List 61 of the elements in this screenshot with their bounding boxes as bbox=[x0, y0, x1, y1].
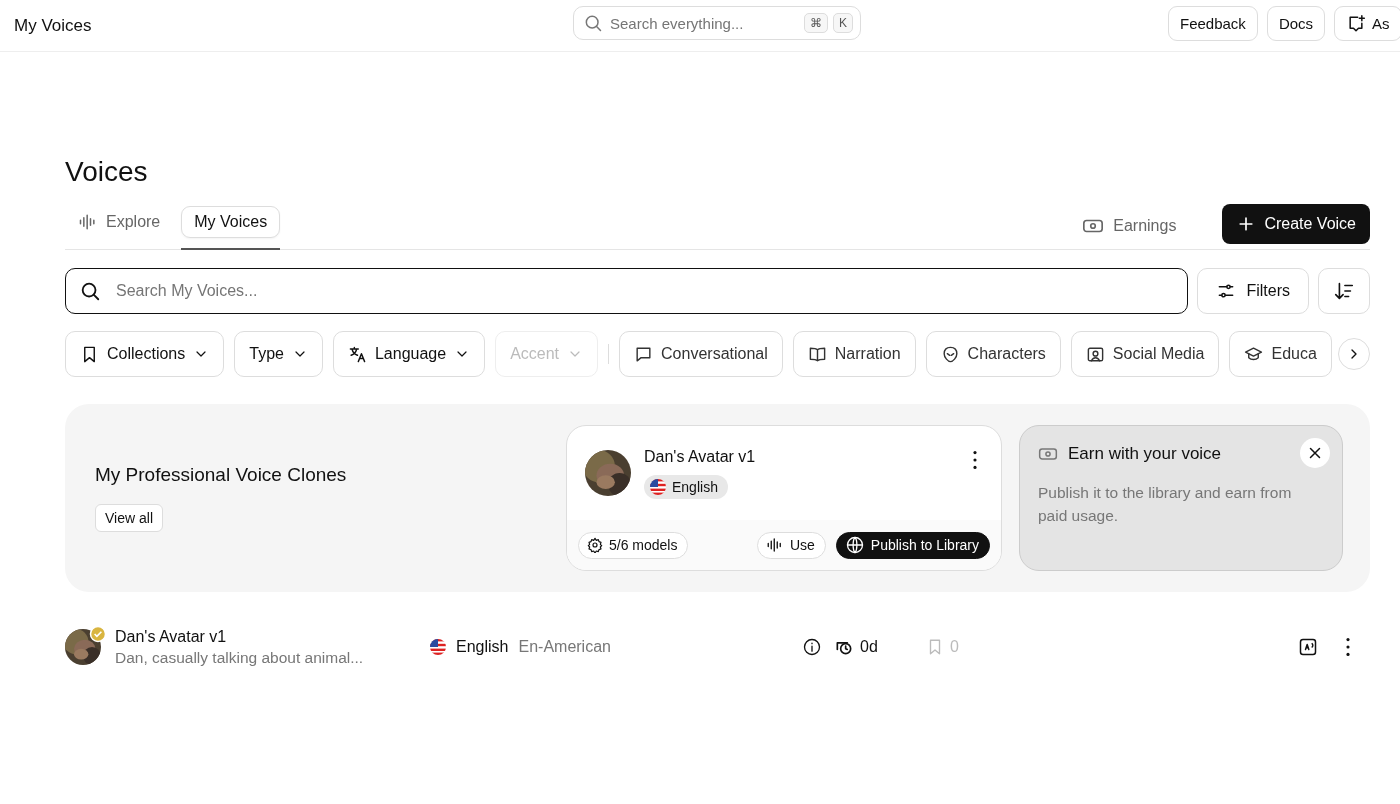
voice-description: Dan, casually talking about animal... bbox=[115, 648, 365, 667]
top-button[interactable]: Docs bbox=[1266, 6, 1326, 41]
tab[interactable]: My Voices bbox=[181, 206, 281, 238]
globe-icon bbox=[844, 535, 865, 555]
accent-label: En-American bbox=[518, 638, 611, 656]
info-icon bbox=[802, 637, 822, 657]
filter-dropdown[interactable]: Collections bbox=[65, 331, 225, 377]
chat-sparkle-icon bbox=[1346, 13, 1367, 34]
more-icon bbox=[1346, 638, 1350, 656]
language-label: English bbox=[456, 638, 509, 656]
create-voice-button[interactable]: Create Voice bbox=[1222, 203, 1370, 244]
notice-period: 0d bbox=[860, 638, 878, 656]
category-chip[interactable]: Conversational bbox=[619, 331, 783, 377]
page-title: Voices bbox=[65, 156, 149, 188]
book-icon bbox=[807, 344, 827, 364]
more-options-button[interactable] bbox=[973, 451, 977, 469]
section-title: My Professional Voice Clones bbox=[95, 464, 347, 486]
profile-card-icon bbox=[1085, 344, 1105, 364]
view-all-button[interactable]: View all bbox=[95, 504, 163, 532]
sort-button[interactable] bbox=[1318, 268, 1370, 314]
scroll-right-button[interactable] bbox=[1338, 338, 1370, 370]
filter-dropdown[interactable]: Type bbox=[234, 331, 323, 377]
category-chip[interactable]: Characters bbox=[925, 331, 1061, 377]
app-title: My Voices bbox=[14, 15, 92, 36]
filter-dropdown[interactable]: Language bbox=[332, 331, 486, 377]
save-count: 0 bbox=[950, 638, 959, 656]
voice-name: Dan's Avatar v1 bbox=[644, 448, 756, 466]
speak-button[interactable] bbox=[1298, 637, 1318, 657]
speech-icon bbox=[1298, 637, 1318, 657]
us-flag-icon bbox=[430, 639, 446, 655]
voice-search-field[interactable]: Search My Voices... bbox=[65, 268, 1189, 314]
category-chip[interactable]: Social Media bbox=[1070, 331, 1220, 377]
translate-icon bbox=[347, 344, 367, 364]
sort-icon bbox=[1333, 280, 1355, 302]
more-icon bbox=[973, 451, 977, 469]
search-icon bbox=[79, 280, 101, 302]
voice-name: Dan's Avatar v1 bbox=[115, 627, 228, 646]
search-icon bbox=[583, 13, 603, 33]
earnings-button[interactable]: Earnings bbox=[1076, 213, 1183, 238]
waveform-icon bbox=[765, 536, 784, 554]
category-chip[interactable]: Educa bbox=[1229, 331, 1332, 377]
tab[interactable]: Explore bbox=[65, 206, 174, 238]
info-button[interactable] bbox=[802, 637, 822, 657]
shortcut-key: ⌘ bbox=[804, 13, 828, 33]
more-options-button[interactable] bbox=[1346, 638, 1350, 656]
ask-button[interactable]: As bbox=[1334, 6, 1400, 41]
alien-face-icon bbox=[940, 344, 960, 364]
models-button[interactable]: 5/6 models bbox=[578, 531, 689, 559]
us-flag-icon bbox=[650, 479, 666, 495]
chat-bubble-icon bbox=[634, 344, 654, 364]
top-button[interactable]: Feedback bbox=[1168, 6, 1258, 41]
language-tag: English bbox=[644, 475, 728, 499]
close-button[interactable] bbox=[1300, 438, 1330, 468]
filters-button[interactable]: Filters bbox=[1197, 268, 1309, 314]
gear-icon bbox=[587, 537, 603, 553]
promo-title: Earn with your voice bbox=[1068, 444, 1222, 464]
use-button[interactable]: Use bbox=[756, 531, 826, 559]
promo-text: Publish it to the library and earn from paid usage. bbox=[1038, 483, 1293, 526]
category-chip[interactable]: Narration bbox=[792, 331, 916, 377]
waveform-icon bbox=[78, 212, 98, 232]
publish-button[interactable]: Publish to Library bbox=[835, 531, 990, 559]
